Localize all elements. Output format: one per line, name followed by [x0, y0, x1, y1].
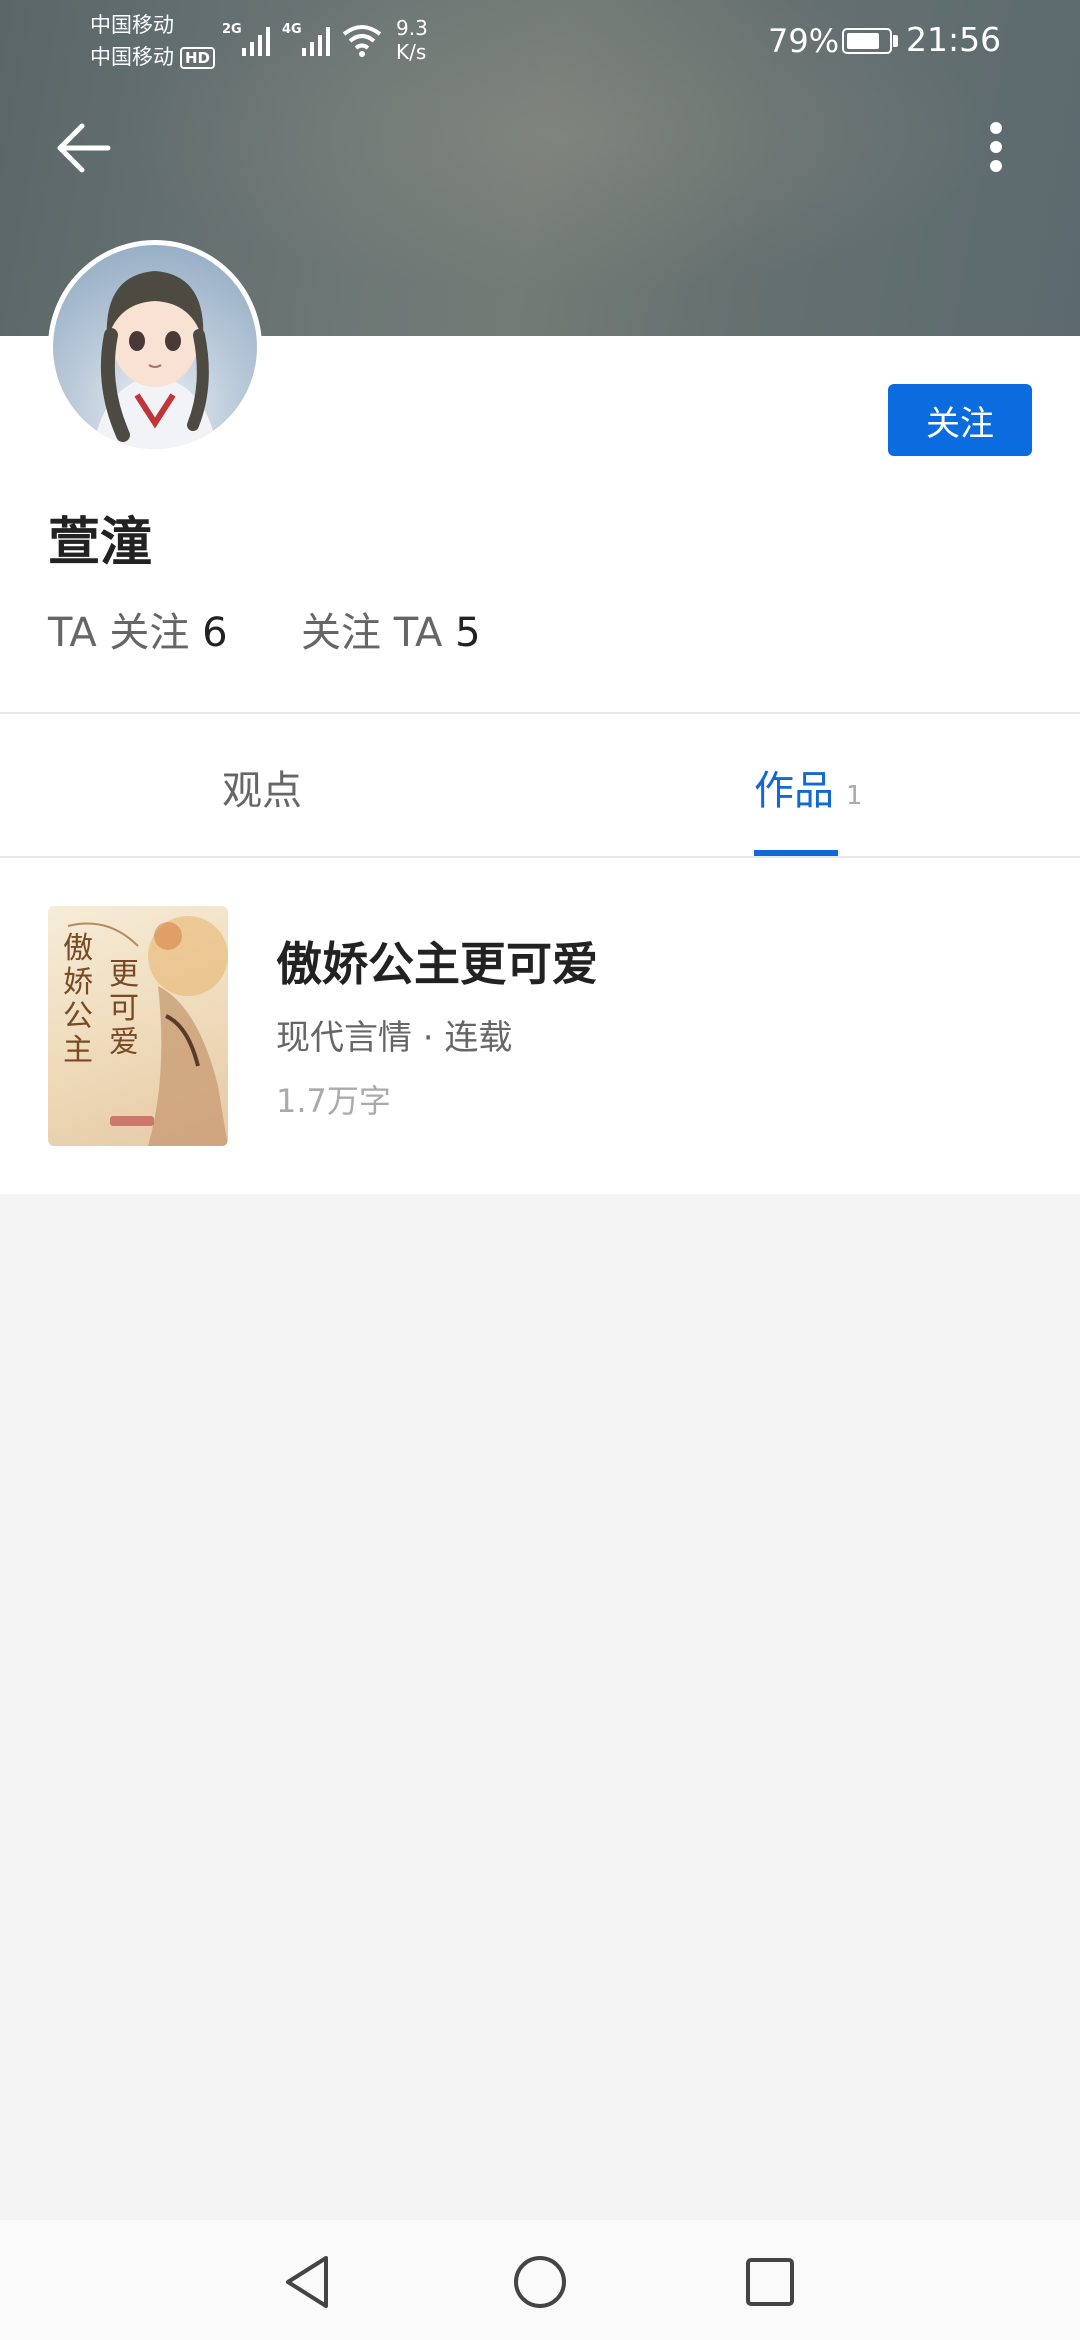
work-title: 傲娇公主更可爱	[276, 937, 598, 991]
signal-icon	[302, 27, 330, 56]
arrow-left-icon	[57, 123, 111, 173]
book-cover: 傲娇公主 更可爱	[48, 906, 228, 1146]
network-type-1: 2G	[222, 22, 242, 37]
profile-page: 中国移动 中国移动 HD 2G 4G 9.3 K/s 79% 21:56 关注 …	[0, 0, 1080, 2340]
profile-tabs: 观点 作品 1	[0, 712, 1080, 858]
carrier-label-2: 中国移动	[90, 45, 174, 69]
wifi-icon	[342, 25, 382, 57]
nav-recents-button[interactable]	[738, 2250, 802, 2314]
followers-stat[interactable]: 关注 TA 5	[288, 610, 481, 656]
battery-percent: 79%	[768, 22, 840, 60]
following-stat[interactable]: TA 关注 6	[48, 610, 240, 656]
active-tab-indicator	[754, 850, 838, 856]
carrier-label-1: 中国移动	[90, 13, 174, 37]
battery-tip	[893, 35, 898, 47]
signal-icon	[242, 27, 270, 56]
followers-label: 关注 TA	[301, 610, 443, 656]
following-label: TA 关注	[48, 610, 190, 656]
nav-home-button[interactable]	[508, 2250, 572, 2314]
follow-stats: TA 关注 6 关注 TA 5	[48, 600, 481, 658]
system-nav-bar	[0, 2220, 1080, 2340]
nav-recents-icon	[746, 2258, 794, 2306]
tab-views[interactable]: 观点	[222, 758, 302, 816]
network-type-2: 4G	[282, 22, 302, 37]
network-speed: 9.3 K/s	[396, 16, 428, 64]
works-list: 傲娇公主 更可爱 傲娇公主更可爱 现代言情 · 连载 1.7万字	[0, 858, 1080, 1194]
more-vertical-icon	[990, 122, 1002, 172]
tab-label: 作品	[754, 768, 834, 814]
nav-back-button[interactable]	[276, 2250, 340, 2314]
profile-name: 萱潼	[48, 513, 153, 573]
cover-title-left: 傲娇公主	[63, 931, 93, 1068]
cover-title-right: 更可爱	[109, 957, 139, 1060]
avatar[interactable]	[48, 240, 262, 454]
followers-count: 5	[455, 610, 481, 656]
nav-home-icon	[514, 2256, 566, 2308]
nav-back-icon	[286, 2256, 328, 2308]
tab-count: 1	[846, 781, 863, 811]
avatar-image	[93, 271, 217, 449]
more-options-button[interactable]	[976, 116, 1016, 180]
back-button[interactable]	[52, 116, 116, 180]
list-item[interactable]: 傲娇公主 更可爱 傲娇公主更可爱 现代言情 · 连载 1.7万字	[0, 858, 1080, 1194]
status-time: 21:56	[906, 20, 1002, 59]
following-count: 6	[202, 610, 228, 656]
status-bar: 中国移动 中国移动 HD 2G 4G 9.3 K/s 79% 21:56	[0, 0, 1080, 84]
tab-works[interactable]: 作品 1	[754, 758, 863, 816]
network-speed-value: 9.3	[396, 16, 428, 40]
work-word-count: 1.7万字	[276, 1082, 391, 1120]
work-meta: 现代言情 · 连载	[276, 1018, 513, 1058]
battery-level-fill	[847, 33, 879, 49]
hd-badge: HD	[180, 47, 216, 69]
tab-label: 观点	[222, 768, 302, 814]
network-speed-unit: K/s	[396, 40, 427, 64]
follow-button[interactable]: 关注	[888, 384, 1032, 456]
battery-icon	[842, 28, 892, 54]
